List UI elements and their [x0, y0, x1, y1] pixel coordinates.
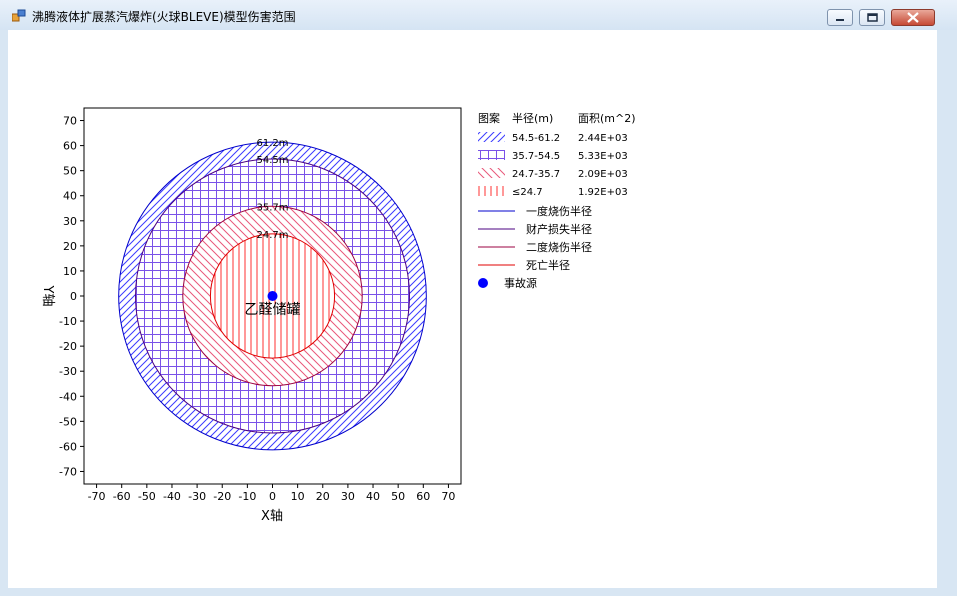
y-tick-label: 70 [63, 115, 77, 128]
legend-header: 半径(m) [512, 111, 553, 125]
x-tick-label: -50 [138, 490, 156, 503]
y-tick-label: 0 [70, 290, 77, 303]
legend: 图案 半径(m) 面积(m^2) 54.5-61.2 2.44E+03 35.7-54.5… [478, 111, 636, 290]
accident-source-marker [267, 291, 278, 301]
legend-area: 5.33E+03 [578, 151, 628, 162]
y-tick-label: -20 [59, 340, 77, 353]
legend-line-label: 二度烧伤半径 [526, 240, 592, 254]
x-tick-label: -20 [213, 490, 231, 503]
y-tick-label: 10 [63, 265, 77, 278]
legend-swatch [478, 132, 505, 142]
legend-line-label: 死亡半径 [526, 258, 570, 272]
center-label: 乙醛储罐 [245, 302, 301, 318]
y-tick-label: -40 [59, 390, 77, 403]
minimize-button[interactable] [827, 9, 853, 26]
x-tick-label: 40 [366, 490, 380, 503]
x-tick-label: 20 [316, 490, 330, 503]
y-tick-label: -10 [59, 315, 77, 328]
x-axis-ticks: -70 -60 -50 -40 -30 -20 -10 0 10 20 30 40 50 60 70 [88, 484, 455, 503]
y-tick-label: 60 [63, 140, 77, 153]
close-icon [907, 12, 919, 23]
legend-area: 2.44E+03 [578, 133, 628, 144]
legend-range: ≤24.7 [512, 187, 543, 198]
app-icon [12, 9, 26, 22]
x-tick-label: 30 [341, 490, 355, 503]
legend-range: 24.7-35.7 [512, 169, 560, 180]
x-tick-label: -10 [238, 490, 256, 503]
ring-label: 24.7m [256, 230, 288, 241]
restore-icon [867, 13, 878, 22]
y-axis-label: Y轴 [40, 285, 55, 307]
window-title: 沸腾液体扩展蒸汽爆炸(火球BLEVE)模型伤害范围 [32, 10, 296, 24]
y-tick-label: 40 [63, 190, 77, 203]
ring-label: 54.5m [256, 155, 288, 166]
legend-line-label: 一度烧伤半径 [526, 204, 592, 218]
ring-label: 35.7m [256, 202, 288, 213]
x-tick-label: 70 [441, 490, 455, 503]
ring-label: 61.2m [256, 138, 288, 149]
x-tick-label: 60 [416, 490, 430, 503]
client-area: 61.2m 54.5m 35.7m 24.7m 乙醛储罐 -70 -60 -50 -40 -3… [8, 30, 937, 588]
y-tick-label: -70 [59, 465, 77, 478]
legend-source-label: 事故源 [504, 276, 537, 290]
legend-header: 面积(m^2) [578, 112, 636, 125]
legend-line-label: 财产损失半径 [526, 222, 592, 236]
y-axis-ticks: 70 60 50 40 30 20 10 0 -10 -20 -30 -40 -50 -60 -70 [59, 115, 84, 478]
x-tick-label: -70 [88, 490, 106, 503]
restore-button[interactable] [859, 9, 885, 26]
legend-area: 1.92E+03 [578, 187, 628, 198]
y-tick-label: 30 [63, 215, 77, 228]
legend-range: 54.5-61.2 [512, 133, 560, 144]
legend-range: 35.7-54.5 [512, 151, 560, 162]
app-window: 沸腾液体扩展蒸汽爆炸(火球BLEVE)模型伤害范围 61.2m 54.5m 35… [0, 0, 957, 596]
title-bar[interactable]: 沸腾液体扩展蒸汽爆炸(火球BLEVE)模型伤害范围 [0, 0, 957, 30]
chart: 61.2m 54.5m 35.7m 24.7m 乙醛储罐 -70 -60 -50 -40 -3… [40, 107, 636, 524]
x-tick-label: 50 [391, 490, 405, 503]
x-axis-label: X轴 [261, 509, 283, 524]
minimize-icon [836, 19, 844, 21]
y-tick-label: -60 [59, 440, 77, 453]
x-tick-label: -30 [188, 490, 206, 503]
x-tick-label: 0 [269, 490, 276, 503]
y-tick-label: -30 [59, 365, 77, 378]
x-tick-label: -40 [163, 490, 181, 503]
legend-swatch [478, 150, 505, 160]
y-tick-label: 20 [63, 240, 77, 253]
legend-header: 图案 [478, 111, 500, 125]
legend-area: 2.09E+03 [578, 169, 628, 180]
close-button[interactable] [891, 9, 935, 26]
x-tick-label: -60 [113, 490, 131, 503]
legend-source-marker [478, 278, 488, 288]
legend-swatch [478, 168, 505, 178]
x-tick-label: 10 [291, 490, 305, 503]
y-tick-label: -50 [59, 415, 77, 428]
window-controls [821, 9, 935, 27]
legend-swatch [478, 186, 505, 196]
y-tick-label: 50 [63, 165, 77, 178]
